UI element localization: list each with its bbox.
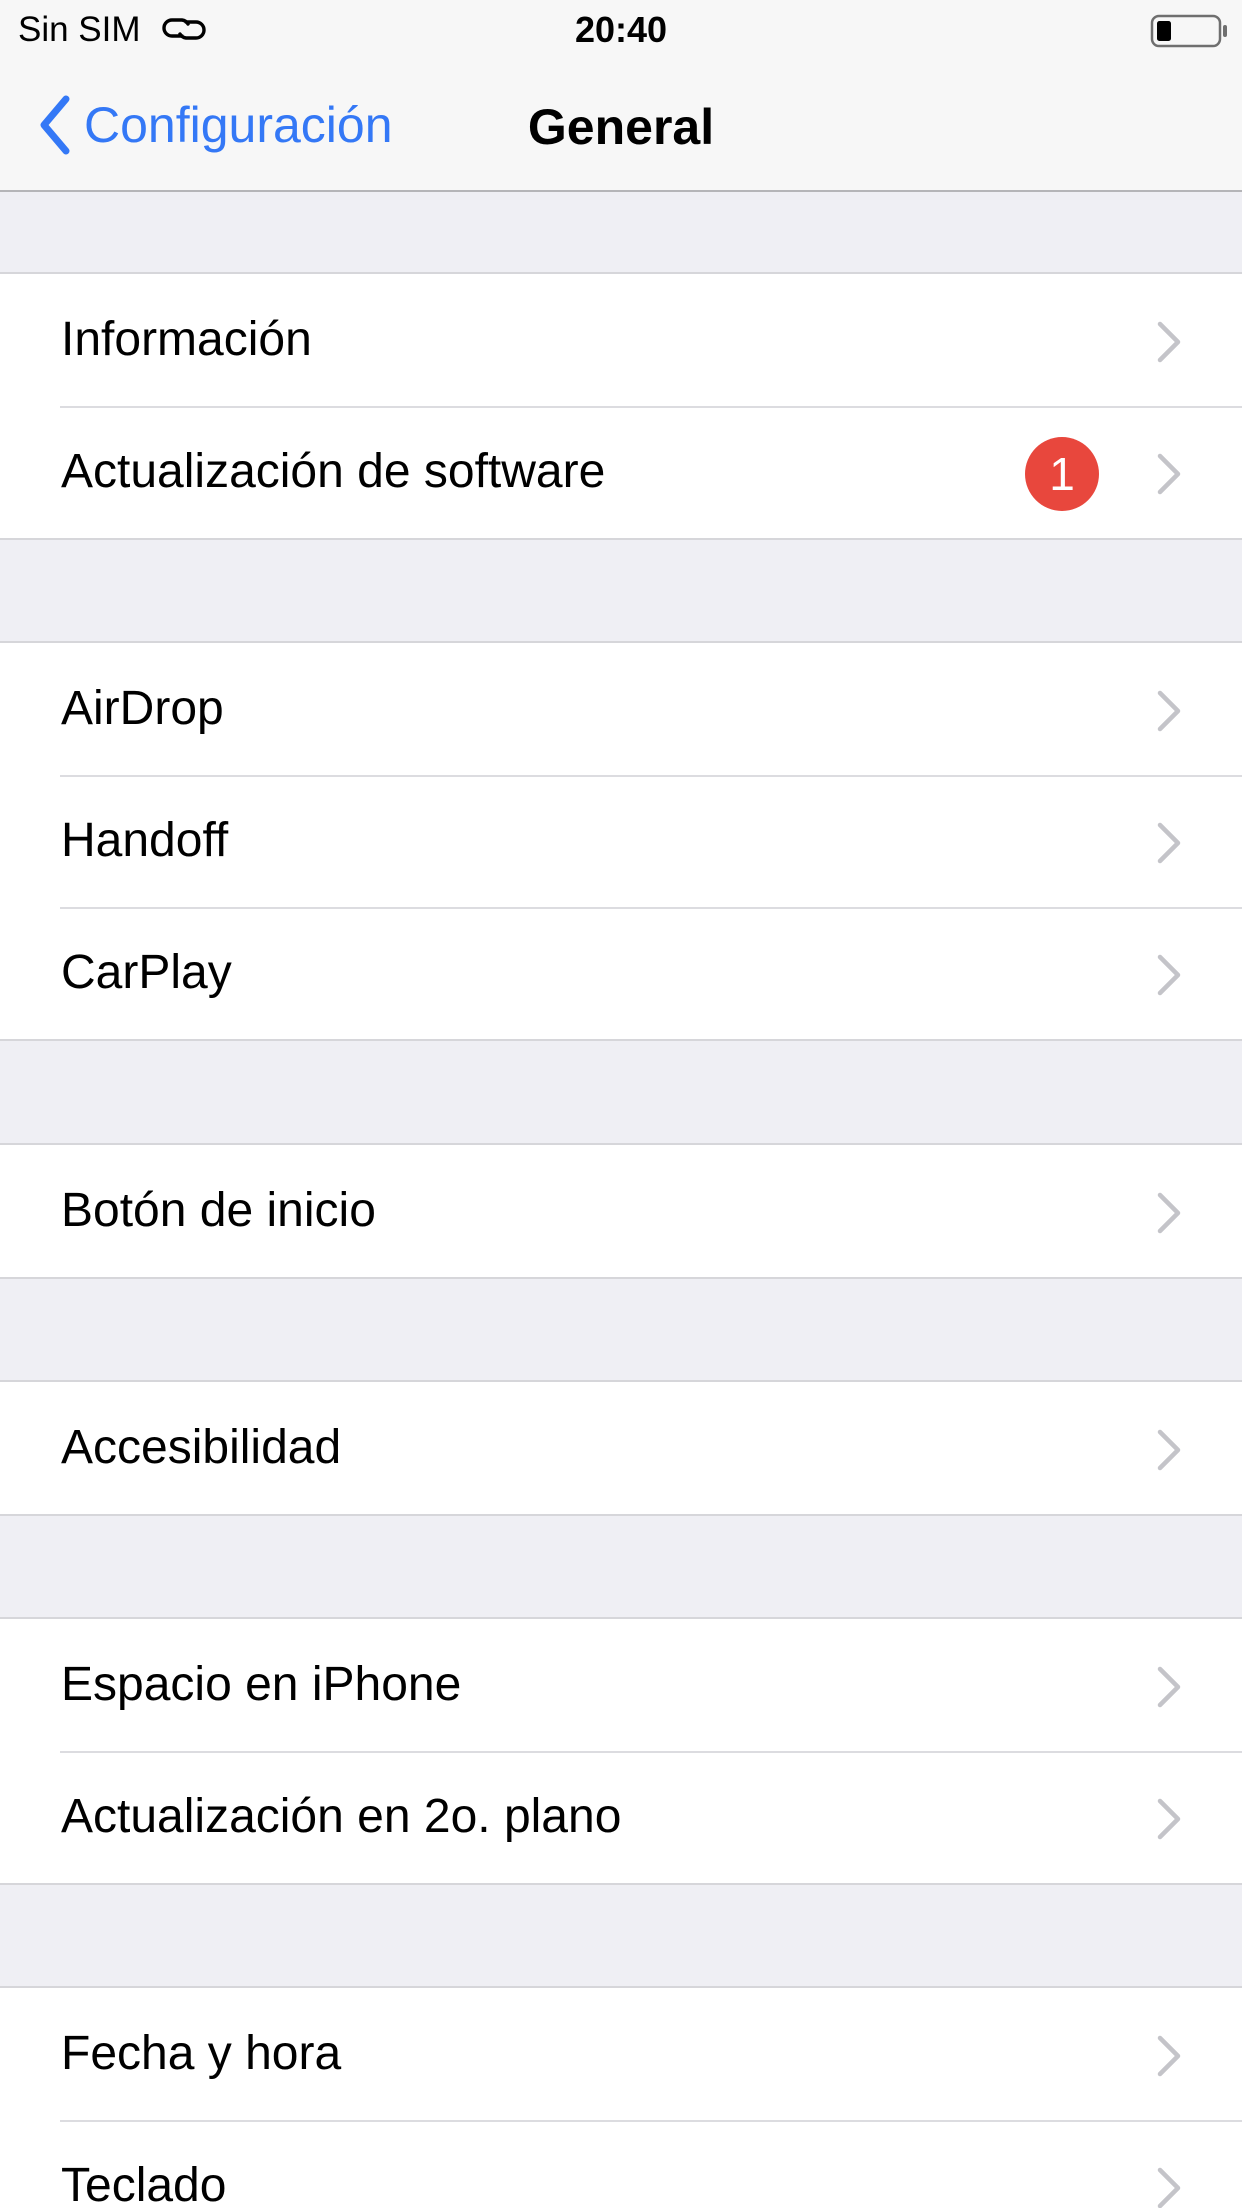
row-label: AirDrop bbox=[61, 682, 224, 735]
row-label: Actualización de software bbox=[61, 445, 606, 498]
chevron-right-icon bbox=[1157, 2035, 1181, 2077]
row-boton-inicio[interactable]: Botón de inicio bbox=[0, 1145, 1242, 1277]
settings-group-continuity: AirDrop Handoff CarPlay bbox=[0, 641, 1242, 1041]
settings-group-about: Información Actualización de software 1 bbox=[0, 272, 1242, 540]
notification-badge: 1 bbox=[1025, 437, 1099, 511]
row-accesibilidad[interactable]: Accesibilidad bbox=[0, 1382, 1242, 1514]
settings-general-screen: Sin SIM 20:40 Configuración General Info… bbox=[0, 0, 1242, 2208]
row-espacio-iphone[interactable]: Espacio en iPhone bbox=[0, 1619, 1242, 1751]
chevron-right-icon bbox=[1157, 453, 1181, 495]
page-title: General bbox=[527, 99, 715, 155]
chevron-right-icon bbox=[1157, 822, 1181, 864]
row-actualizacion-software[interactable]: Actualización de software 1 bbox=[0, 406, 1242, 538]
status-time: 20:40 bbox=[574, 9, 668, 50]
chevron-right-icon bbox=[1157, 1666, 1181, 1708]
chevron-right-icon bbox=[1157, 954, 1181, 996]
row-label: Actualización en 2o. plano bbox=[61, 1790, 622, 1843]
row-actualizacion-segundo-plano[interactable]: Actualización en 2o. plano bbox=[0, 1751, 1242, 1883]
chevron-right-icon bbox=[1157, 1798, 1181, 1840]
row-label: Handoff bbox=[61, 814, 229, 867]
row-carplay[interactable]: CarPlay bbox=[0, 907, 1242, 1039]
row-label: Fecha y hora bbox=[61, 2027, 342, 2080]
chevron-right-icon bbox=[1157, 1429, 1181, 1471]
row-fecha-hora[interactable]: Fecha y hora bbox=[0, 1988, 1242, 2120]
row-informacion[interactable]: Información bbox=[0, 274, 1242, 406]
chevron-right-icon bbox=[1157, 2167, 1181, 2208]
status-bar: Sin SIM 20:40 bbox=[0, 0, 1242, 60]
settings-group-date-keyboard: Fecha y hora Teclado bbox=[0, 1986, 1242, 2208]
navigation-bar: Configuración General bbox=[0, 60, 1242, 192]
chevron-right-icon bbox=[1157, 1192, 1181, 1234]
row-airdrop[interactable]: AirDrop bbox=[0, 643, 1242, 775]
battery-low-icon bbox=[1150, 14, 1227, 48]
chevron-right-icon bbox=[1157, 321, 1181, 363]
settings-group-home-button: Botón de inicio bbox=[0, 1143, 1242, 1279]
chevron-right-icon bbox=[1157, 690, 1181, 732]
settings-group-storage: Espacio en iPhone Actualización en 2o. p… bbox=[0, 1617, 1242, 1885]
row-handoff[interactable]: Handoff bbox=[0, 775, 1242, 907]
row-label: Botón de inicio bbox=[61, 1184, 376, 1237]
row-label: Accesibilidad bbox=[61, 1421, 342, 1474]
row-label: Información bbox=[61, 313, 312, 366]
row-teclado[interactable]: Teclado bbox=[0, 2120, 1242, 2208]
settings-group-accessibility: Accesibilidad bbox=[0, 1380, 1242, 1516]
row-label: Teclado bbox=[61, 2159, 227, 2208]
row-label: Espacio en iPhone bbox=[61, 1658, 462, 1711]
row-label: CarPlay bbox=[61, 946, 232, 999]
